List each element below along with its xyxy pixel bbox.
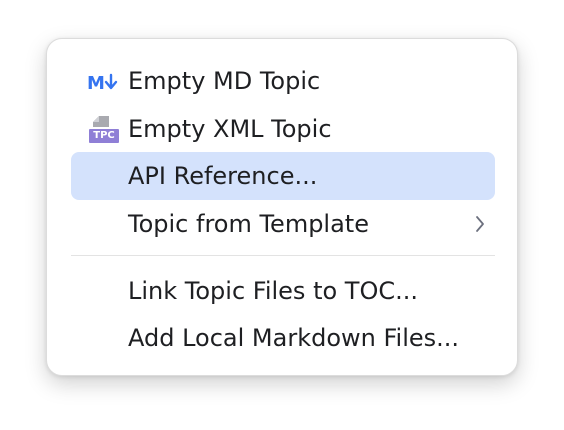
menu-item-api-reference[interactable]: API Reference... xyxy=(71,152,495,200)
menu-item-label: Add Local Markdown Files... xyxy=(128,324,460,352)
screen: M Empty MD Topic TPC Empty XML Topic API… xyxy=(0,0,564,430)
tpc-file-icon: TPC xyxy=(87,115,121,145)
menu-separator xyxy=(71,255,495,256)
menu-item-add-local-markdown-files[interactable]: Add Local Markdown Files... xyxy=(71,314,495,362)
menu-item-label: Empty XML Topic xyxy=(128,115,332,143)
markdown-icon: M xyxy=(87,67,121,97)
svg-text:M: M xyxy=(87,73,105,94)
menu-item-topic-from-template[interactable]: Topic from Template xyxy=(71,200,495,248)
menu-item-empty-md-topic[interactable]: M Empty MD Topic xyxy=(71,57,495,105)
menu-item-link-topic-files-to-toc[interactable]: Link Topic Files to TOC... xyxy=(71,267,495,315)
menu-item-empty-xml-topic[interactable]: TPC Empty XML Topic xyxy=(71,105,495,153)
tpc-icon-text: TPC xyxy=(93,130,115,141)
context-menu: M Empty MD Topic TPC Empty XML Topic API… xyxy=(46,38,518,376)
menu-item-label: Topic from Template xyxy=(128,210,369,238)
chevron-right-icon xyxy=(473,213,487,235)
menu-item-label: Empty MD Topic xyxy=(128,67,321,95)
menu-item-label: Link Topic Files to TOC... xyxy=(128,277,418,305)
menu-item-label: API Reference... xyxy=(128,162,318,190)
